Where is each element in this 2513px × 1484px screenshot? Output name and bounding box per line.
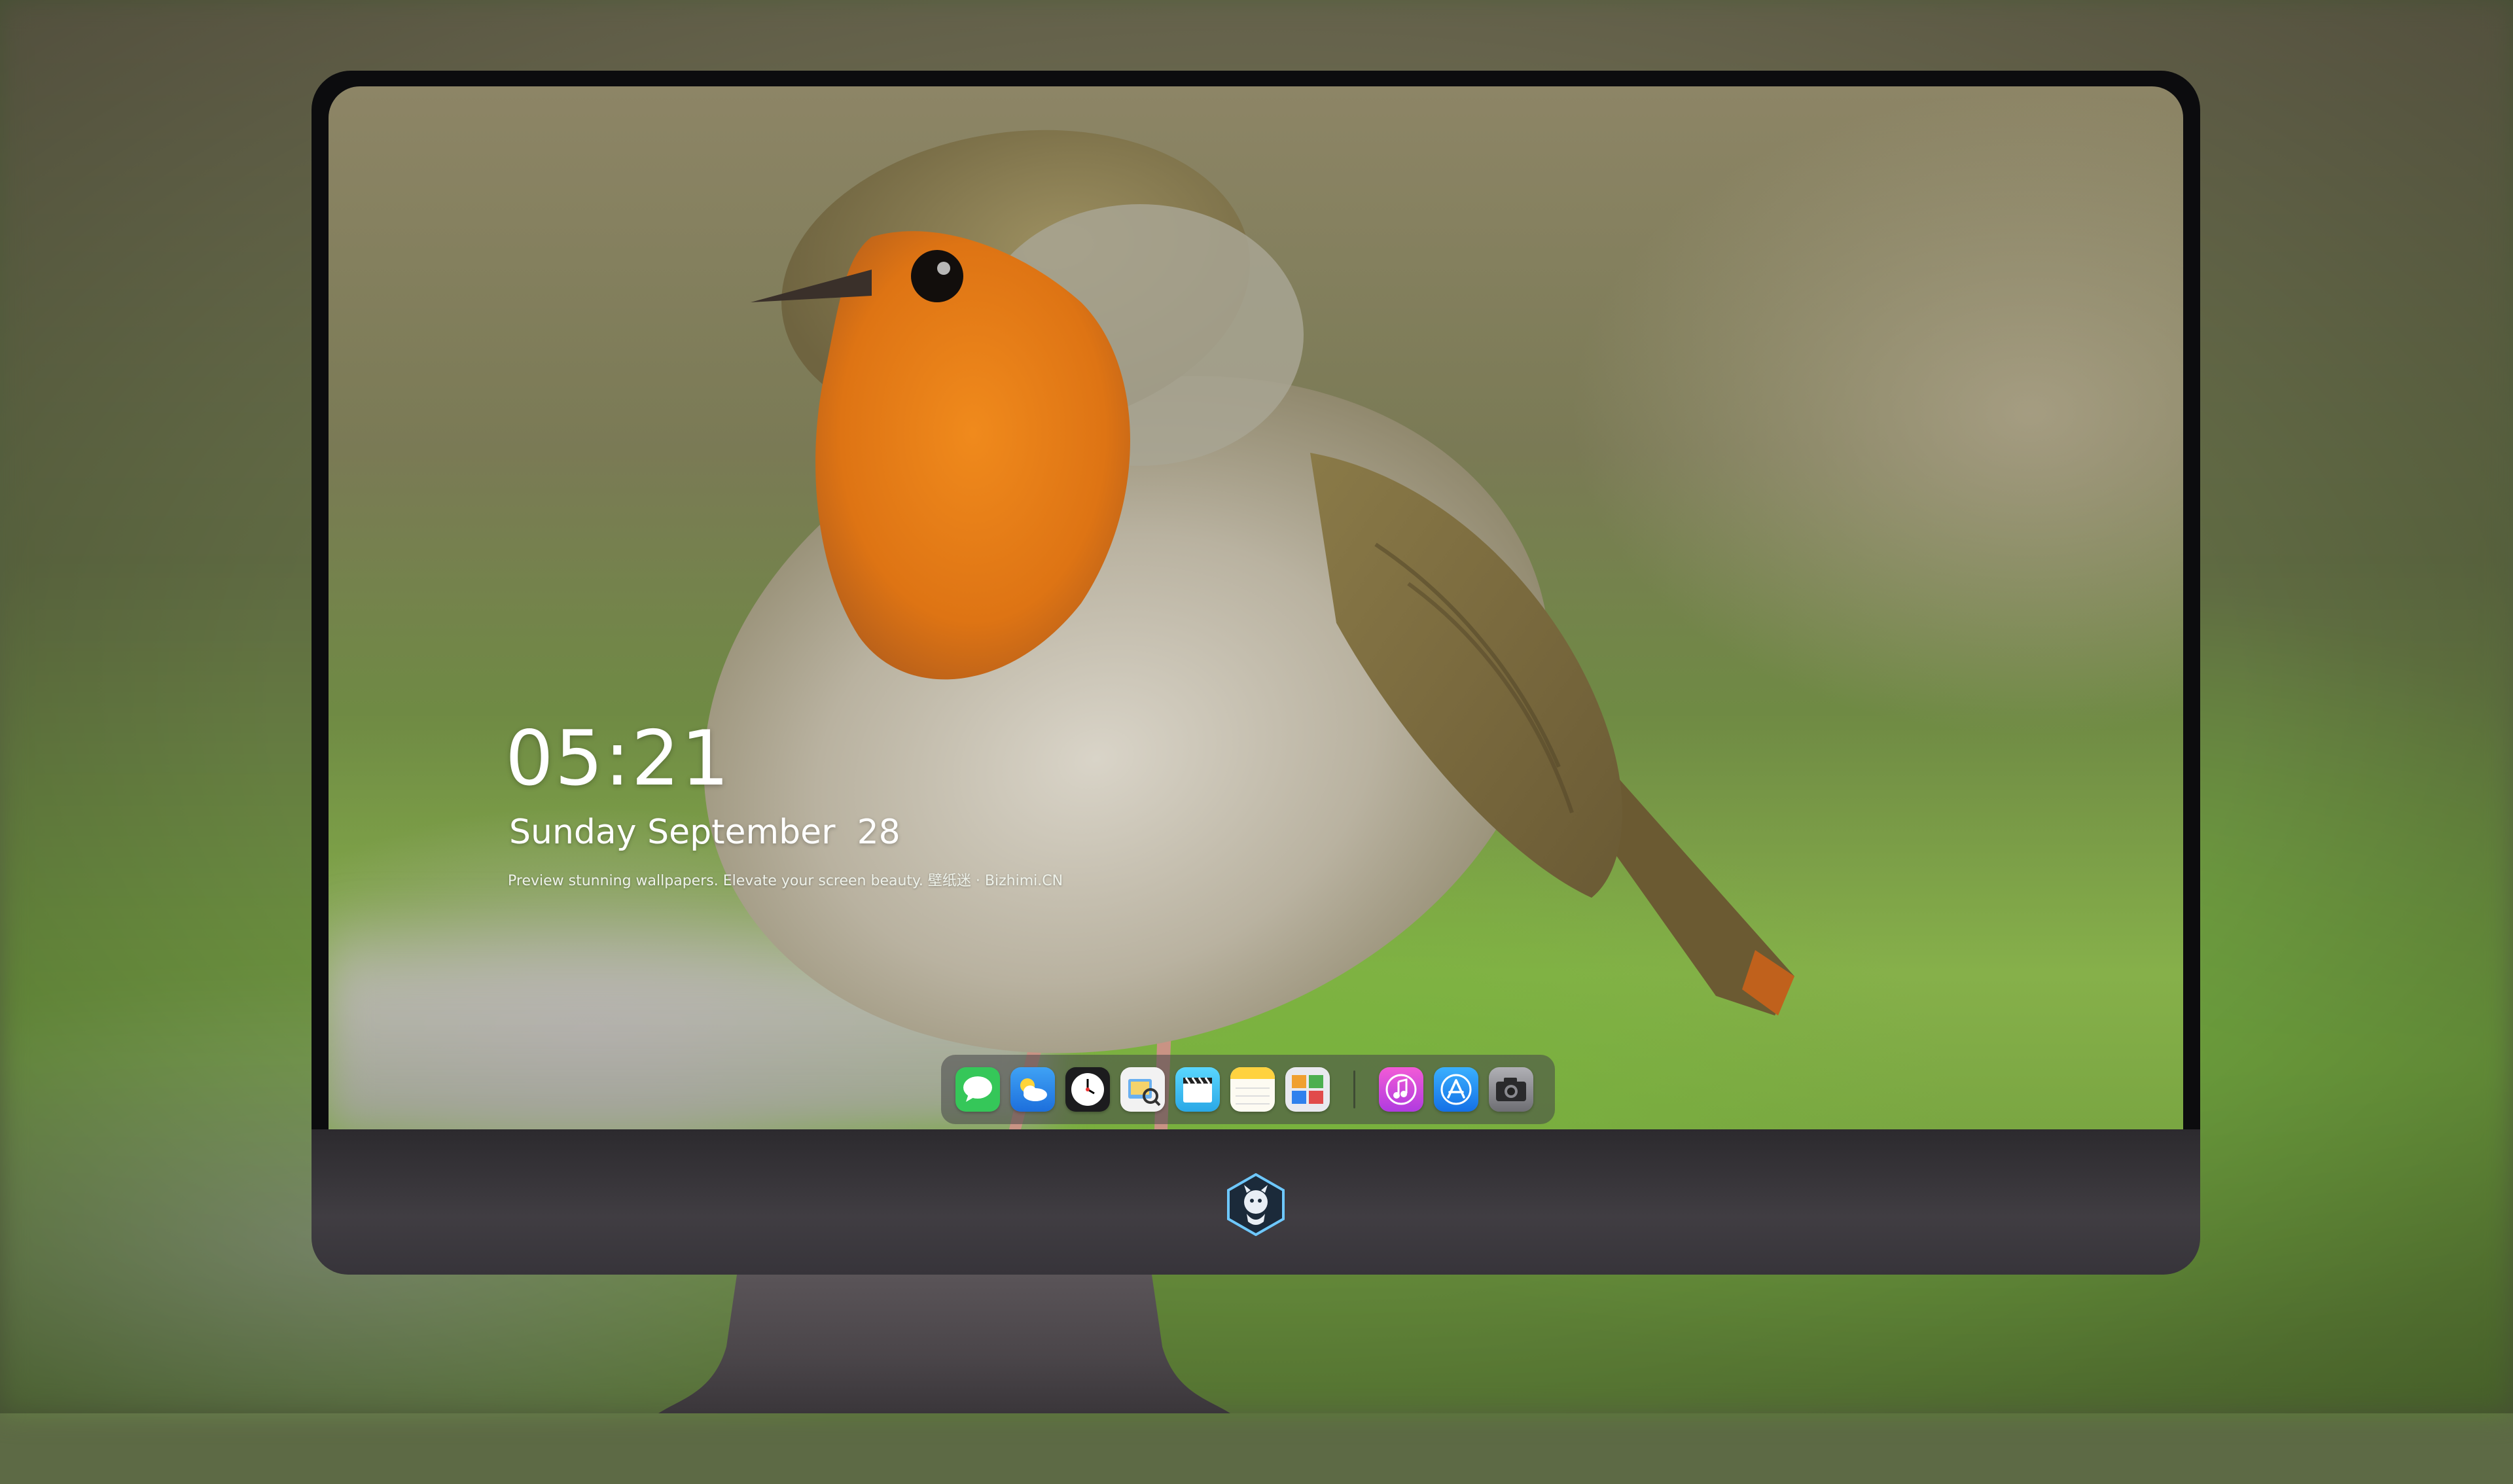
monitor: 05:21 Sunday September 28 Preview stunni… — [312, 71, 2200, 1413]
lock-screen-date: Sunday September 28 — [509, 813, 900, 852]
lock-screen[interactable]: 05:21 Sunday September 28 Preview stunni… — [329, 86, 2183, 1129]
notes-icon[interactable] — [1230, 1067, 1275, 1112]
dock — [941, 1055, 1555, 1124]
clock-icon[interactable] — [1065, 1067, 1110, 1112]
monitor-stand — [658, 1275, 1230, 1413]
wallpaper-tagline: Preview stunning wallpapers. Elevate you… — [508, 873, 1063, 889]
messages-icon[interactable] — [955, 1067, 1000, 1112]
clips-icon[interactable] — [1175, 1067, 1220, 1112]
preview-icon[interactable] — [1120, 1067, 1165, 1112]
brand-logo-icon — [1227, 1173, 1285, 1236]
lock-screen-time: 05:21 — [505, 715, 731, 803]
monitor-bezel: 05:21 Sunday September 28 Preview stunni… — [312, 71, 2200, 1144]
camera-icon[interactable] — [1489, 1067, 1533, 1112]
dock-separator — [1353, 1070, 1355, 1108]
weather-icon[interactable] — [1010, 1067, 1055, 1112]
photo-booth-icon[interactable] — [1285, 1067, 1330, 1112]
app-store-icon[interactable] — [1434, 1067, 1478, 1112]
itunes-icon[interactable] — [1379, 1067, 1423, 1112]
robin-wallpaper-image — [704, 130, 1794, 1129]
